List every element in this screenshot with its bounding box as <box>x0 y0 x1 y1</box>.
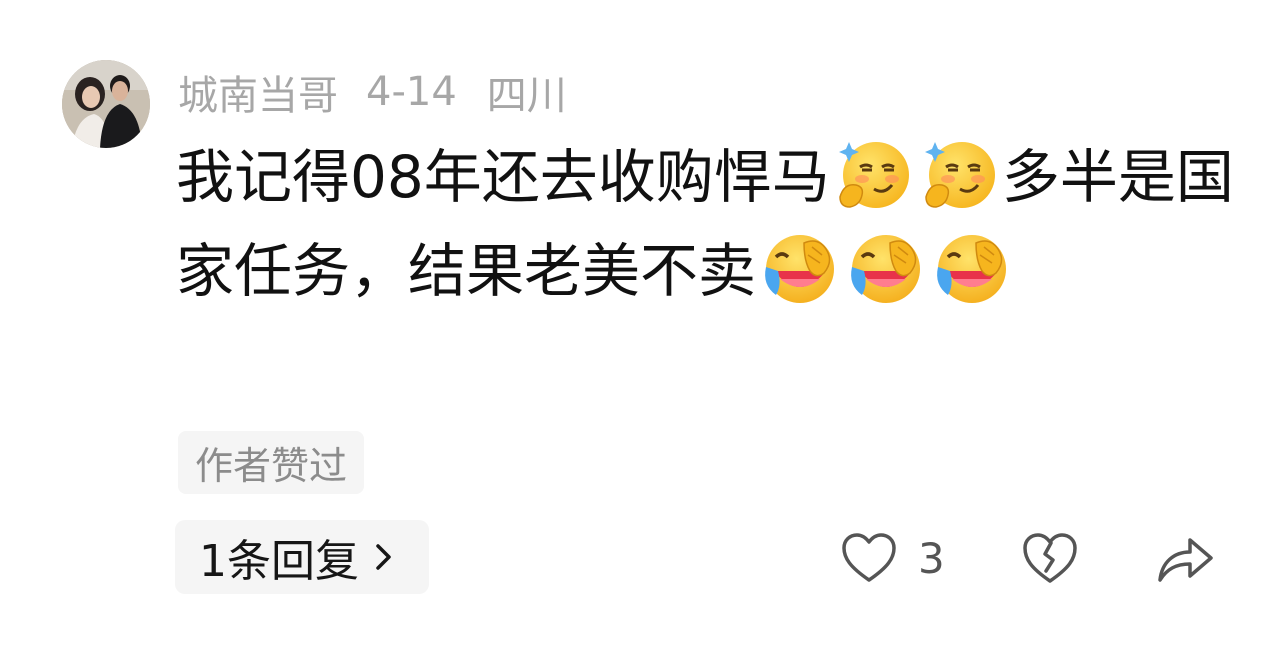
like-button[interactable]: 3 <box>840 527 945 589</box>
smug-thinking-emoji <box>832 133 914 215</box>
laughing-crying-emoji <box>930 227 1012 309</box>
laughing-crying-emoji <box>758 227 840 309</box>
comment-text-part-1: 我记得08年还去收购悍马 <box>176 143 830 211</box>
author-liked-badge: 作者赞过 <box>178 431 364 494</box>
like-count: 3 <box>918 533 945 583</box>
user-avatar[interactable] <box>62 60 150 148</box>
comment-date: 4-14 <box>366 69 457 115</box>
share-arrow-icon <box>1158 538 1213 582</box>
dislike-button[interactable] <box>1020 527 1080 589</box>
reply-count-label: 1条回复 <box>199 536 359 587</box>
view-replies-button[interactable]: 1条回复 <box>175 520 429 594</box>
heart-icon <box>842 533 896 582</box>
share-button[interactable] <box>1154 527 1216 589</box>
smug-thinking-emoji <box>918 133 1000 215</box>
chevron-right-icon <box>376 544 391 570</box>
comment-content: 我记得08年还去收购悍马 多半是国家任务，结果老美不卖 <box>176 130 1236 318</box>
broken-heart-icon <box>1023 533 1077 583</box>
comment-location: 四川 <box>486 73 567 119</box>
laughing-crying-emoji <box>844 227 926 309</box>
username[interactable]: 城南当哥 <box>178 63 338 121</box>
comment-item: 城南当哥 4-14 四川 我记得08年还去收购悍马 多半是国家任务，结果老美不卖 … <box>0 0 1280 651</box>
comment-meta: 城南当哥 4-14 四川 <box>178 62 595 122</box>
